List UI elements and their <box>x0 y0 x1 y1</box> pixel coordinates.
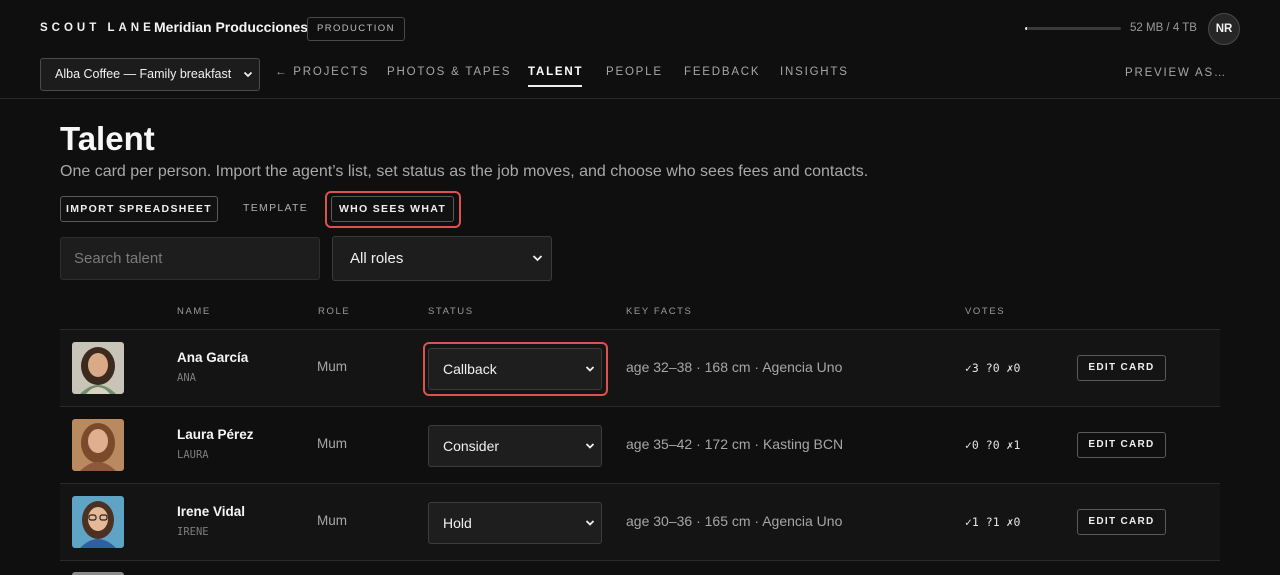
nav-tab-photos-tapes[interactable]: PHOTOS & TAPES <box>387 66 511 78</box>
import-spreadsheet-button[interactable]: IMPORT SPREADSHEET <box>60 196 218 222</box>
active-tab-indicator <box>528 85 582 87</box>
role-filter-select[interactable]: All roles <box>332 236 552 281</box>
table-row[interactable]: Irene Vidal IRENE Mum Hold age 30–36 · 1… <box>60 484 1220 561</box>
talent-votes: ✓3 ?0 ✗0 <box>965 361 1021 375</box>
talent-role: Mum <box>317 436 347 451</box>
nav-back-projects[interactable]: ← PROJECTS <box>275 66 369 78</box>
talent-votes: ✓0 ?0 ✗1 <box>965 438 1021 452</box>
user-avatar[interactable]: NR <box>1208 13 1240 45</box>
talent-role: Mum <box>317 359 347 374</box>
talent-name[interactable]: Irene Vidal <box>177 504 245 519</box>
chevron-down-icon <box>585 426 595 483</box>
edit-card-button[interactable]: EDIT CARD <box>1077 509 1166 535</box>
talent-name[interactable]: Ana García <box>177 350 248 365</box>
chevron-down-icon <box>585 349 595 406</box>
page-title: Talent <box>60 120 155 157</box>
preview-as-button[interactable]: PREVIEW AS… <box>1125 67 1227 79</box>
talent-key-facts: age 32–38 · 168 cm · Agencia Uno <box>626 359 843 375</box>
edit-card-button[interactable]: EDIT CARD <box>1077 432 1166 458</box>
search-placeholder: Search talent <box>74 250 163 267</box>
talent-handle: ANA <box>177 372 196 384</box>
status-value: Consider <box>443 438 500 454</box>
column-header-votes: VOTES <box>965 306 1006 317</box>
talent-role: Mum <box>317 513 347 528</box>
status-select[interactable]: Callback <box>428 348 602 390</box>
talent-votes: ✓1 ?1 ✗0 <box>965 515 1021 529</box>
status-value: Hold <box>443 515 472 531</box>
page-subtitle: One card per person. Import the agent’s … <box>60 163 869 180</box>
brand-logo[interactable]: SCOUT LANE <box>40 22 155 34</box>
nav-tab-feedback[interactable]: FEEDBACK <box>684 66 760 78</box>
talent-key-facts: age 35–42 · 172 cm · Kasting BCN <box>626 436 844 452</box>
nav-tab-people[interactable]: PEOPLE <box>606 66 663 78</box>
edit-card-button[interactable]: EDIT CARD <box>1077 355 1166 381</box>
talent-photo[interactable] <box>72 342 124 394</box>
role-filter-value: All roles <box>350 250 404 267</box>
nav-tab-insights[interactable]: INSIGHTS <box>780 66 849 78</box>
storage-usage-text: 52 MB / 4 TB <box>1130 22 1197 34</box>
nav-tab-talent[interactable]: TALENT <box>528 66 583 78</box>
talent-name[interactable]: Laura Pérez <box>177 427 254 442</box>
chevron-down-icon <box>532 237 543 299</box>
project-select[interactable]: Alba Coffee — Family breakfast <box>40 58 260 91</box>
talent-photo[interactable] <box>72 496 124 548</box>
column-header-name: NAME <box>177 306 211 317</box>
project-select-value: Alba Coffee — Family breakfast <box>55 67 232 81</box>
storage-usage-fill <box>1025 27 1027 30</box>
table-row[interactable]: Laura Pérez LAURA Mum Consider age 35–42… <box>60 407 1220 484</box>
template-link[interactable]: TEMPLATE <box>243 196 308 220</box>
talent-handle: IRENE <box>177 526 209 538</box>
storage-usage-bar <box>1025 27 1121 30</box>
chevron-down-icon <box>585 503 595 560</box>
talent-key-facts: age 30–36 · 165 cm · Agencia Uno <box>626 513 843 529</box>
talent-handle: LAURA <box>177 449 209 461</box>
column-header-status: STATUS <box>428 306 474 317</box>
talent-photo[interactable] <box>72 419 124 471</box>
status-value: Callback <box>443 361 497 377</box>
phase-badge: PRODUCTION <box>307 17 405 41</box>
top-bar: SCOUT LANE Meridian Producciones PRODUCT… <box>0 0 1280 99</box>
column-header-key-facts: KEY FACTS <box>626 306 693 317</box>
organization-name: Meridian Producciones <box>154 19 309 35</box>
status-select[interactable]: Consider <box>428 425 602 467</box>
table-row[interactable]: Ana García ANA Mum Callback age 32–38 · … <box>60 330 1220 407</box>
column-header-role: ROLE <box>318 306 351 317</box>
status-select[interactable]: Hold <box>428 502 602 544</box>
chevron-down-icon <box>243 59 253 103</box>
search-input[interactable]: Search talent <box>60 237 320 280</box>
who-sees-what-button[interactable]: WHO SEES WHAT <box>331 196 454 222</box>
